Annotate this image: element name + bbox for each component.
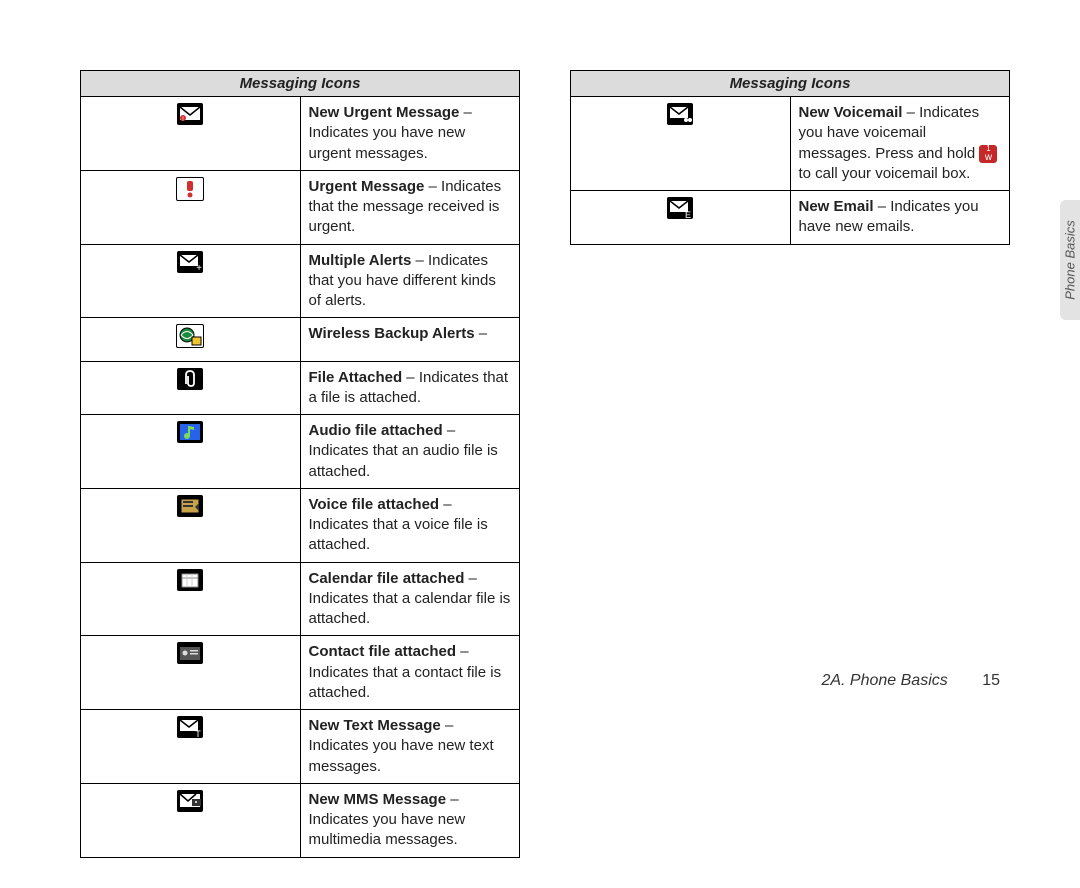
envelope-voicemail-icon (667, 103, 693, 125)
envelope-photo-icon (177, 790, 203, 812)
messaging-icons-table-left: Messaging Icons ! New Urgent Message – I… (80, 70, 520, 858)
table-row: E New Email – Indicates you have new ema… (571, 191, 1010, 245)
envelope-t-icon: T (177, 716, 203, 738)
table-row: Contact file attached – Indicates that a… (81, 636, 520, 710)
row-text: Voice file attached – Indicates that a v… (300, 488, 520, 562)
messaging-icons-table-right: Messaging Icons New Voicemail – Indicate… (570, 70, 1010, 245)
side-tab: Phone Basics (1060, 200, 1080, 320)
row-text: New Text Message – Indicates you have ne… (300, 710, 520, 784)
row-text: New Email – Indicates you have new email… (790, 191, 1010, 245)
side-tab-label: Phone Basics (1063, 220, 1078, 300)
table-header: Messaging Icons (81, 71, 520, 97)
contact-card-icon (177, 642, 203, 664)
urgent-envelope-icon: ! (177, 103, 203, 125)
svg-text:+: + (196, 263, 202, 273)
row-text: Audio file attached – Indicates that an … (300, 415, 520, 489)
calendar-icon (177, 569, 203, 591)
row-text: Contact file attached – Indicates that a… (300, 636, 520, 710)
envelope-plus-icon: + (177, 251, 203, 273)
table-row: New MMS Message – Indicates you have new… (81, 783, 520, 857)
footer-section: 2A. Phone Basics (821, 672, 947, 689)
music-note-icon (177, 421, 203, 443)
table-row: New Voicemail – Indicates you have voice… (571, 97, 1010, 191)
page-footer: 2A. Phone Basics 15 (821, 672, 1000, 690)
table-row: T New Text Message – Indicates you have … (81, 710, 520, 784)
keypad-1-key: 1w (979, 145, 997, 163)
table-row: Wireless Backup Alerts – (81, 318, 520, 361)
table-row: Voice file attached – Indicates that a v… (81, 488, 520, 562)
globe-backup-icon (176, 324, 204, 348)
row-text: New Urgent Message – Indicates you have … (300, 97, 520, 171)
paperclip-icon (177, 368, 203, 390)
table-header: Messaging Icons (571, 71, 1010, 97)
row-text: File Attached – Indicates that a file is… (300, 361, 520, 415)
row-text: Multiple Alerts – Indicates that you hav… (300, 244, 520, 318)
row-text: Calendar file attached – Indicates that … (300, 562, 520, 636)
table-row: Urgent Message – Indicates that the mess… (81, 170, 520, 244)
svg-text:E: E (685, 210, 691, 219)
row-text: New Voicemail – Indicates you have voice… (790, 97, 1010, 191)
table-row: File Attached – Indicates that a file is… (81, 361, 520, 415)
table-row: + Multiple Alerts – Indicates that you h… (81, 244, 520, 318)
footer-page-number: 15 (982, 672, 1000, 689)
svg-text:T: T (196, 729, 202, 738)
exclamation-icon (176, 177, 204, 201)
table-row: Calendar file attached – Indicates that … (81, 562, 520, 636)
row-text: Wireless Backup Alerts – (300, 318, 520, 361)
envelope-e-icon: E (667, 197, 693, 219)
voice-file-icon (177, 495, 203, 517)
table-row: ! New Urgent Message – Indicates you hav… (81, 97, 520, 171)
row-text: New MMS Message – Indicates you have new… (300, 783, 520, 857)
table-row: Audio file attached – Indicates that an … (81, 415, 520, 489)
row-text: Urgent Message – Indicates that the mess… (300, 170, 520, 244)
